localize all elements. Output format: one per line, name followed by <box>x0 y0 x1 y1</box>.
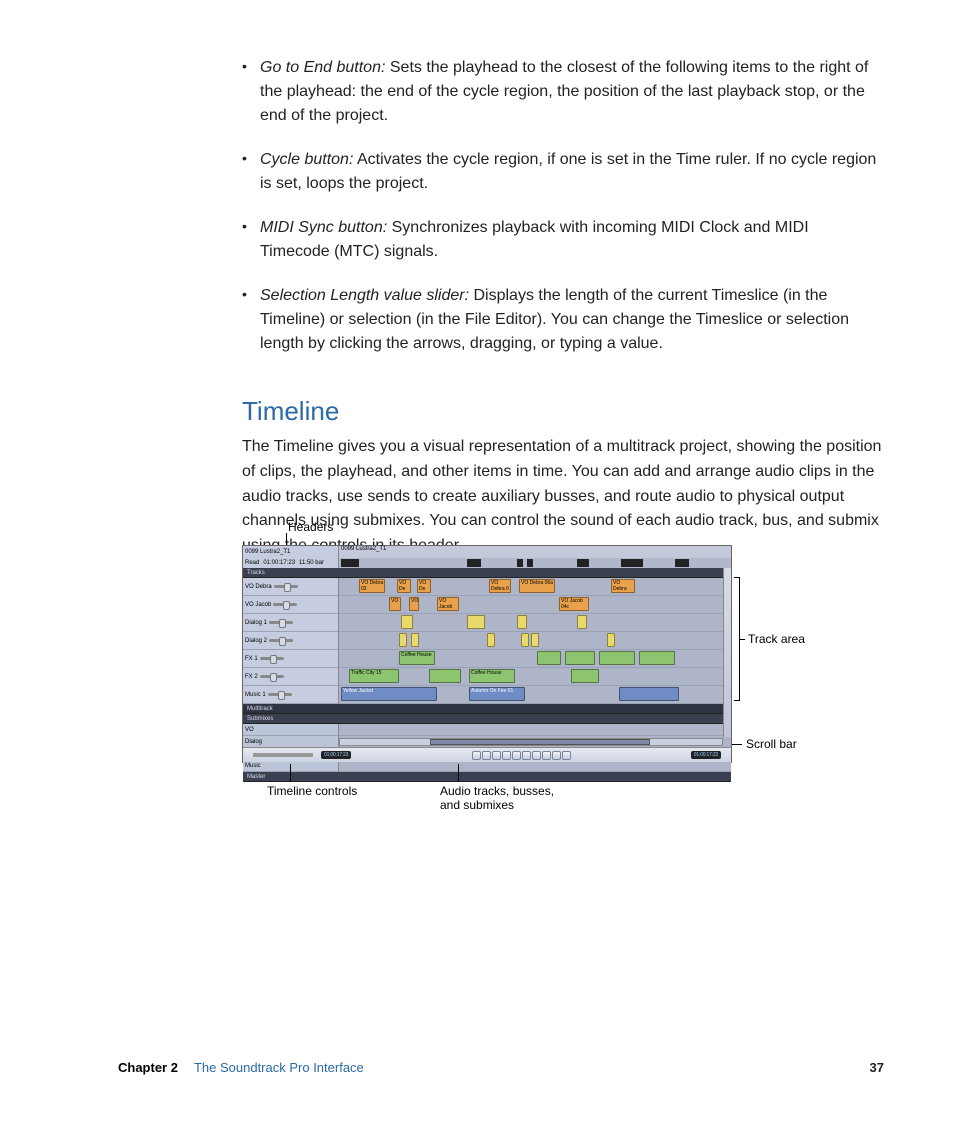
track-header: VO Jacob <box>243 596 338 614</box>
bus-header: VO <box>243 724 338 736</box>
horizontal-scrollbar <box>339 738 723 746</box>
callout-audio-tracks: Audio tracks, busses, and submixes <box>440 784 600 812</box>
callout-lead <box>286 533 287 545</box>
callout-track-area: Track area <box>748 632 805 646</box>
callout-scroll-bar: Scroll bar <box>746 737 797 751</box>
definition-item: MIDI Sync button: Synchronizes playback … <box>242 216 882 264</box>
footer-title: The Soundtrack Pro Interface <box>194 1060 364 1075</box>
term: Cycle button: <box>260 151 353 168</box>
ruler <box>339 558 731 568</box>
transport-buttons <box>472 751 571 760</box>
footer-page-number: 37 <box>870 1060 884 1075</box>
page-footer: Chapter 2 The Soundtrack Pro Interface 3… <box>118 1060 884 1075</box>
footer-chapter: Chapter 2 <box>118 1060 178 1075</box>
group-header-multitrack: Multitrack <box>243 704 731 714</box>
timeline-title-right: 0099 Lustra2_T1 <box>339 546 731 558</box>
timeline-controls-bar: 01:00:17:23 01:00:17:23 <box>243 747 731 762</box>
timeline-figure: 0099 Lustra2_T1 0099 Lustra2_T1 Read 01:… <box>242 545 732 763</box>
callout-lead <box>740 639 745 640</box>
timecode-display: 01:00:17:23 <box>321 751 351 759</box>
definition-item: Selection Length value slider: Displays … <box>242 284 882 356</box>
term: Selection Length value slider: <box>260 287 469 304</box>
group-header-submixes: Submixes <box>243 714 731 724</box>
vertical-scrollbar <box>723 568 731 737</box>
track-area: VO Debra 02 VO De VO De VO Debra 0 VO De… <box>339 578 731 704</box>
track-header: Dialog 1 <box>243 614 338 632</box>
track-header: FX 1 <box>243 650 338 668</box>
term: MIDI Sync button: <box>260 219 387 236</box>
section-heading: Timeline <box>242 396 882 427</box>
term-desc: Activates the cycle region, if one is se… <box>260 151 876 192</box>
read-row-left: Read 01:00:17:23 11:50 bar <box>243 558 339 568</box>
definition-item: Go to End button: Sets the playhead to t… <box>242 56 882 128</box>
callout-timeline-controls: Timeline controls <box>267 784 357 798</box>
track-header: Music 1 <box>243 686 338 704</box>
group-header-master: Master <box>243 772 731 782</box>
group-header-tracks: Tracks <box>243 568 731 578</box>
section-body: The Timeline gives you a visual represen… <box>242 435 882 559</box>
definition-list: Go to End button: Sets the playhead to t… <box>242 56 882 356</box>
callout-lead <box>732 744 742 745</box>
callout-headers: Headers <box>288 520 333 534</box>
timecode-display: 01:00:17:23 <box>691 751 721 759</box>
track-header: Dialog 2 <box>243 632 338 650</box>
definition-item: Cycle button: Activates the cycle region… <box>242 148 882 196</box>
callout-lead <box>290 764 291 782</box>
track-header: VO Debra <box>243 578 338 596</box>
term: Go to End button: <box>260 59 385 76</box>
callout-lead <box>458 764 459 782</box>
zoom-slider <box>253 753 313 757</box>
timeline-title-left: 0099 Lustra2_T1 <box>243 546 339 558</box>
track-header: FX 2 <box>243 668 338 686</box>
